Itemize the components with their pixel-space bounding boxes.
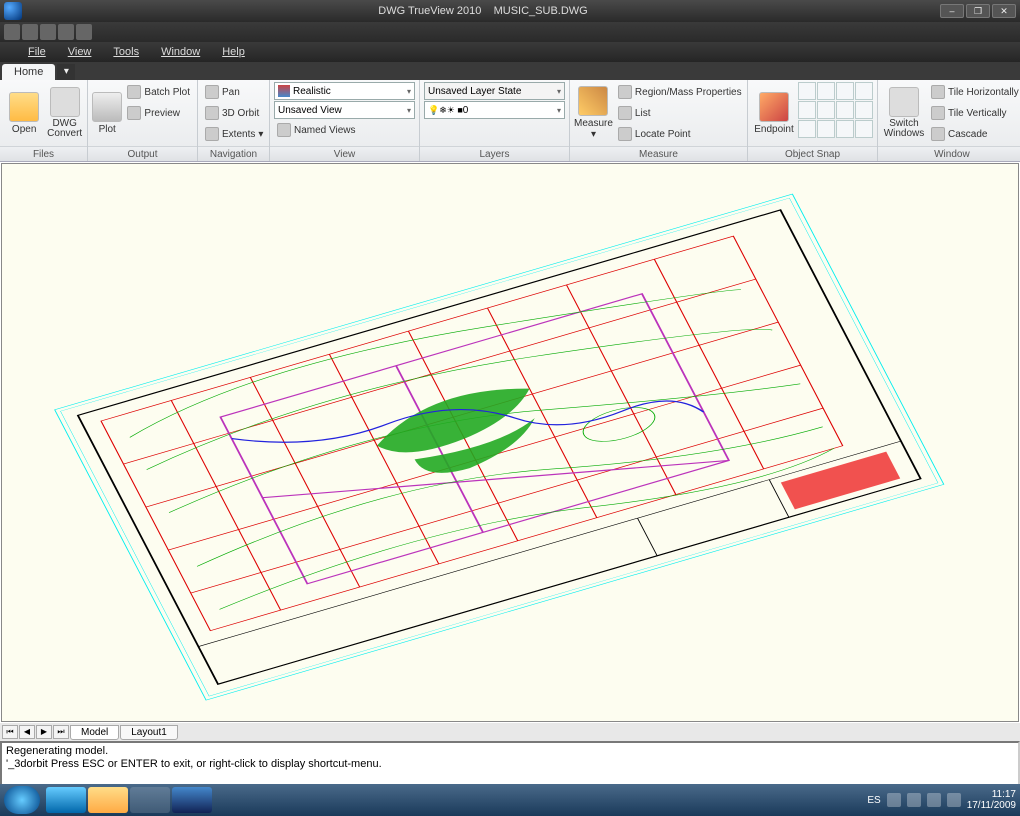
list-icon bbox=[618, 106, 632, 120]
group-measure-label: Measure bbox=[570, 146, 747, 161]
quick-access-toolbar bbox=[0, 22, 1020, 42]
tray-icon-2[interactable] bbox=[907, 793, 921, 807]
minimize-button[interactable]: – bbox=[940, 4, 964, 18]
locate-icon bbox=[618, 127, 632, 141]
taskbar: ES 11:1717/11/2009 bbox=[0, 784, 1020, 816]
cascade-button[interactable]: Cascade bbox=[928, 124, 1020, 144]
tab-layout1[interactable]: Layout1 bbox=[120, 725, 178, 740]
list-button[interactable]: List bbox=[615, 103, 745, 123]
task-app1-icon[interactable] bbox=[130, 787, 170, 813]
switch-windows-button[interactable]: Switch Windows bbox=[882, 82, 926, 144]
qat-plot-icon[interactable] bbox=[40, 24, 56, 40]
open-button[interactable]: Open bbox=[4, 82, 44, 144]
start-button[interactable] bbox=[4, 786, 40, 814]
ribbon: Open DWG Convert Files Plot Batch Plot P… bbox=[0, 80, 1020, 162]
menu-window[interactable]: Window bbox=[151, 44, 210, 60]
orbit-icon bbox=[205, 106, 219, 120]
drawing-canvas[interactable] bbox=[1, 163, 1019, 722]
qat-new-icon[interactable] bbox=[4, 24, 20, 40]
title-text: DWG TrueView 2010 MUSIC_SUB.DWG bbox=[26, 5, 940, 17]
pan-icon bbox=[205, 85, 219, 99]
locate-point-button[interactable]: Locate Point bbox=[615, 124, 745, 144]
tab-nav-prev[interactable]: ◀ bbox=[19, 725, 35, 739]
tile-vertical-button[interactable]: Tile Vertically bbox=[928, 103, 1020, 123]
folder-open-icon bbox=[9, 92, 39, 122]
tab-nav-first[interactable]: ⏮ bbox=[2, 725, 18, 739]
saved-view-combo[interactable]: Unsaved View bbox=[274, 101, 415, 119]
pan-button[interactable]: Pan bbox=[202, 82, 266, 102]
tab-model[interactable]: Model bbox=[70, 725, 119, 740]
orbit-button[interactable]: 3D Orbit bbox=[202, 103, 266, 123]
model-tabs: ⏮ ◀ ▶ ⏭ Model Layout1 bbox=[0, 723, 1020, 741]
ribbon-tabs: Home ▾ bbox=[0, 62, 1020, 80]
group-view-label: View bbox=[270, 146, 419, 161]
menu-help[interactable]: Help bbox=[212, 44, 255, 60]
tray-network-icon[interactable] bbox=[927, 793, 941, 807]
group-layers-label: Layers bbox=[420, 146, 569, 161]
printer-icon bbox=[92, 92, 122, 122]
ruler-icon bbox=[578, 86, 608, 116]
task-explorer-icon[interactable] bbox=[88, 787, 128, 813]
tab-extra[interactable]: ▾ bbox=[57, 64, 75, 80]
plot-button[interactable]: Plot bbox=[92, 82, 122, 144]
tile-v-icon bbox=[931, 106, 945, 120]
qat-open-icon[interactable] bbox=[22, 24, 38, 40]
command-window[interactable]: Regenerating model. '_3dorbit Press ESC … bbox=[0, 741, 1020, 787]
menu-view[interactable]: View bbox=[58, 44, 102, 60]
current-layer-combo[interactable]: 💡❄☀ ■ 0 bbox=[424, 101, 565, 119]
tile-h-icon bbox=[931, 85, 945, 99]
named-views-icon bbox=[277, 123, 291, 137]
canvas-area: ⏮ ◀ ▶ ⏭ Model Layout1 bbox=[0, 162, 1020, 741]
tray-volume-icon[interactable] bbox=[947, 793, 961, 807]
group-output-label: Output bbox=[88, 146, 197, 161]
preview-icon bbox=[127, 106, 141, 120]
dwg-convert-button[interactable]: DWG Convert bbox=[46, 82, 83, 144]
qat-undo-icon[interactable] bbox=[58, 24, 74, 40]
task-ie-icon[interactable] bbox=[46, 787, 86, 813]
task-trueview-icon[interactable] bbox=[172, 787, 212, 813]
close-button[interactable]: ✕ bbox=[992, 4, 1016, 18]
batch-plot-icon bbox=[127, 85, 141, 99]
layer-state-combo[interactable]: Unsaved Layer State bbox=[424, 82, 565, 100]
tray-icon-1[interactable] bbox=[887, 793, 901, 807]
osnap-grid[interactable] bbox=[798, 82, 873, 138]
system-tray: ES 11:1717/11/2009 bbox=[867, 789, 1016, 811]
titlebar: DWG TrueView 2010 MUSIC_SUB.DWG – ❐ ✕ bbox=[0, 0, 1020, 22]
maximize-button[interactable]: ❐ bbox=[966, 4, 990, 18]
cascade-icon bbox=[931, 127, 945, 141]
tray-clock[interactable]: 11:1717/11/2009 bbox=[967, 789, 1016, 811]
tab-home[interactable]: Home bbox=[2, 64, 55, 80]
batch-plot-button[interactable]: Batch Plot bbox=[124, 82, 193, 102]
tile-horizontal-button[interactable]: Tile Horizontally bbox=[928, 82, 1020, 102]
group-nav-label: Navigation bbox=[198, 146, 269, 161]
measure-button[interactable]: Measure▾ bbox=[574, 82, 613, 144]
endpoint-icon bbox=[759, 92, 789, 122]
app-icon bbox=[4, 2, 22, 20]
visual-style-combo[interactable]: Realistic bbox=[274, 82, 415, 100]
group-window-label: Window bbox=[878, 146, 1020, 161]
preview-button[interactable]: Preview bbox=[124, 103, 193, 123]
region-icon bbox=[618, 85, 632, 99]
qat-redo-icon[interactable] bbox=[76, 24, 92, 40]
menu-file[interactable]: File bbox=[18, 44, 56, 60]
extents-icon bbox=[205, 127, 219, 141]
dwg-convert-icon bbox=[50, 87, 80, 117]
switch-windows-icon bbox=[889, 87, 919, 117]
tray-language[interactable]: ES bbox=[867, 795, 880, 806]
menu-tools[interactable]: Tools bbox=[103, 44, 149, 60]
menu-bar: File View Tools Window Help bbox=[0, 42, 1020, 62]
group-osnap-label: Object Snap bbox=[748, 146, 877, 161]
tab-nav-last[interactable]: ⏭ bbox=[53, 725, 69, 739]
extents-button[interactable]: Extents▾ bbox=[202, 124, 266, 144]
tab-nav-next[interactable]: ▶ bbox=[36, 725, 52, 739]
group-files-label: Files bbox=[0, 146, 87, 161]
region-mass-button[interactable]: Region/Mass Properties bbox=[615, 82, 745, 102]
drawing-svg bbox=[2, 164, 1018, 721]
named-views-button[interactable]: Named Views bbox=[274, 120, 415, 140]
endpoint-button[interactable]: Endpoint bbox=[752, 82, 796, 144]
